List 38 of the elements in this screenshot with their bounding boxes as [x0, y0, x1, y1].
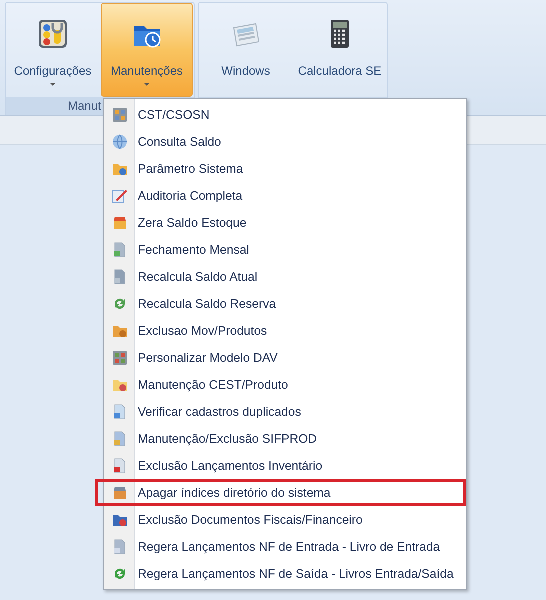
ribbon-button[interactable]: Configurações	[7, 3, 99, 97]
menu-item[interactable]: Parâmetro Sistema	[104, 155, 466, 182]
menu-item[interactable]: Verificar cadastros duplicados	[104, 398, 466, 425]
ribbon-button[interactable]: Calculadora SE	[294, 3, 386, 97]
caret-icon	[50, 83, 56, 87]
menu-item[interactable]: Regera Lançamentos NF de Entrada - Livro de Entrada	[104, 533, 466, 560]
menu-item[interactable]: Exclusão Documentos Fiscais/Financeiro	[104, 506, 466, 533]
menu-item[interactable]: Exclusão Lançamentos Inventário	[104, 452, 466, 479]
menu-item[interactable]: Consulta Saldo	[104, 128, 466, 155]
menu-item[interactable]: Regera Lançamentos NF de Saída - Livros Entrada/Saída	[104, 560, 466, 587]
menu-item[interactable]: Manutenção/Exclusão SIFPROD	[104, 425, 466, 452]
menu-item[interactable]: Fechamento Mensal	[104, 236, 466, 263]
menu-item[interactable]: Manutenção CEST/Produto	[104, 371, 466, 398]
pencil-icon	[112, 188, 128, 204]
menu-item[interactable]: Recalcula Saldo Atual	[104, 263, 466, 290]
document-icon	[112, 538, 128, 554]
ribbon-button[interactable]: Manutenções	[101, 3, 193, 97]
box-icon	[112, 484, 128, 500]
grid-icon	[112, 350, 128, 366]
tools-icon	[37, 18, 69, 50]
ribbon-button[interactable]: Windows	[200, 3, 292, 97]
document-icon	[112, 404, 128, 420]
document-icon	[112, 242, 128, 258]
caret-icon	[144, 83, 150, 87]
grid-icon	[112, 106, 128, 122]
document-icon	[112, 458, 128, 474]
group-label: Manut	[68, 99, 102, 113]
document-icon	[112, 268, 128, 284]
menu-item[interactable]: Apagar índices diretório do sistema	[95, 479, 466, 506]
menu-item[interactable]: Personalizar Modelo DAV	[104, 344, 466, 371]
menu-item[interactable]: CST/CSOSN	[104, 101, 466, 128]
globe-icon	[112, 134, 128, 150]
menu-item[interactable]: Auditoria Completa	[104, 182, 466, 209]
menu-item[interactable]: Recalcula Saldo Reserva	[104, 290, 466, 317]
document-icon	[112, 430, 128, 446]
box-icon	[112, 214, 128, 230]
menu-item[interactable]: Zera Saldo Estoque	[104, 209, 466, 236]
menu-item[interactable]: Exclusao Mov/Produtos	[104, 317, 466, 344]
